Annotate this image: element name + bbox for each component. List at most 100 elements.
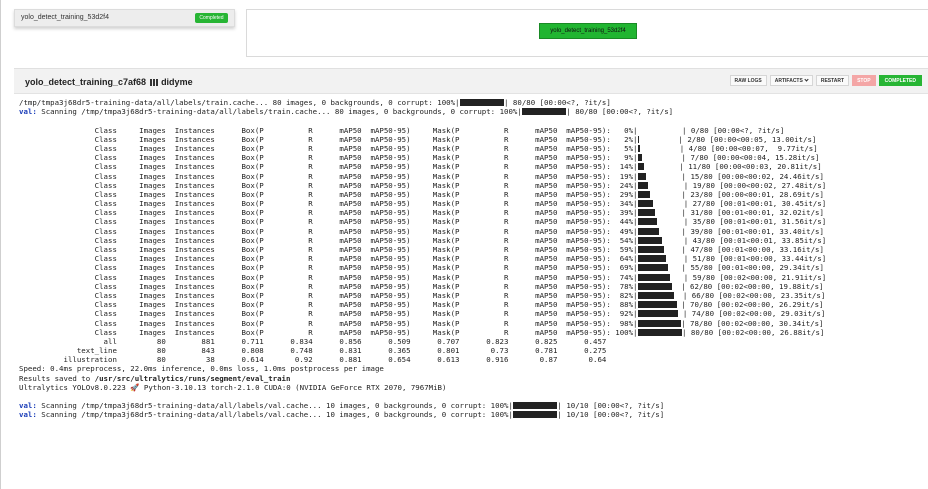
- log-panel: yolo_detect_training_c7af68 didyme RAW LO…: [14, 68, 928, 489]
- log-text: Class Images Instances Box(P R mAP50 mAP…: [19, 125, 638, 135]
- log-progress-text: | 39/80 [00:01<00:01, 33.40it/s]: [659, 226, 824, 236]
- log-text: Class Images Instances Box(P R mAP50 mAP…: [19, 162, 638, 172]
- log-text: Class Images Instances Box(P R mAP50 mAP…: [19, 226, 638, 236]
- log-text: Scanning /tmp/tmpa3j68dr5-training-data/…: [36, 401, 513, 411]
- log-text: Class Images Instances Box(P R mAP50 mAP…: [19, 235, 638, 245]
- log-line: val: Scanning /tmp/tmpa3j68dr5-training-…: [19, 107, 826, 116]
- artifacts-button[interactable]: ARTIFACTS: [769, 75, 813, 86]
- log-text: all 80 881 0.711 0.834 0.856 0.509 0.707…: [19, 336, 607, 346]
- log-line: Class Images Instances Box(P R mAP50 mAP…: [19, 235, 827, 245]
- log-text: Class Images Instances Box(P R mAP50 mAP…: [19, 263, 638, 273]
- log-progress-text: | 59/80 [00:02<00:00, 21.91it/s]: [670, 272, 827, 282]
- raw-logs-button[interactable]: RAW LOGS: [729, 75, 767, 86]
- log-line: Class Images Instances Box(P R mAP50 mAP…: [19, 172, 826, 181]
- log-line: Class Images Instances Box(P R mAP50 mAP…: [19, 282, 826, 291]
- log-line: Ultralytics YOLOv8.0.223 🚀 Python-3.10.1…: [19, 383, 826, 392]
- progress-bar: [637, 291, 674, 299]
- log-text: Class Images Instances Box(P R mAP50 mAP…: [19, 199, 638, 209]
- log-progress-text: | 2/80 [00:00<00:05, 13.00it/s]: [638, 134, 817, 144]
- log-line: Class Images Instances Box(P R mAP50 mAP…: [19, 153, 826, 162]
- log-text: text_line 80 843 0.808 0.748 0.831 0.365…: [19, 346, 607, 356]
- log-text: Scanning /tmp/tmpa3j68dr5-training-data/…: [36, 410, 513, 420]
- log-text: Class Images Instances Box(P R mAP50 mAP…: [19, 327, 638, 337]
- log-progress-text: | 43/80 [00:01<00:01, 33.85it/s]: [661, 235, 827, 245]
- log-line: Class Images Instances Box(P R mAP50 mAP…: [19, 272, 827, 282]
- graph-node[interactable]: yolo_detect_training_53d2f4: [539, 23, 637, 39]
- log-line: Class Images Instances Box(P R mAP50 mAP…: [19, 199, 827, 209]
- log-progress-text: | 23/80 [00:00<00:01, 28.69it/s]: [650, 189, 824, 199]
- log-progress-text: | 70/80 [00:02<00:00, 26.29it/s]: [676, 300, 824, 310]
- log-line: Class Images Instances Box(P R mAP50 mAP…: [19, 126, 826, 135]
- log-text: Class Images Instances Box(P R mAP50 mAP…: [19, 272, 638, 282]
- run-title: yolo_detect_training_c7af68 didyme: [25, 77, 193, 87]
- left-border: [0, 0, 1, 489]
- log-line: Class Images Instances Box(P R mAP50 mAP…: [19, 162, 826, 171]
- log-line: all 80 881 0.711 0.834 0.856 0.509 0.707…: [19, 337, 826, 346]
- progress-bar: [637, 246, 664, 253]
- log-progress-text: | 7/80 [00:00<00:04, 15.28it/s]: [641, 153, 820, 163]
- log-text: Class Images Instances Box(P R mAP50 mAP…: [19, 254, 638, 264]
- user-icon: [150, 79, 159, 86]
- progress-bar: [637, 190, 651, 198]
- progress-bar: [637, 255, 666, 263]
- run-title-text: yolo_detect_training_c7af68: [25, 77, 147, 87]
- pipeline-graph: yolo_detect_training_53d2f4: [246, 9, 928, 57]
- log-text: Class Images Instances Box(P R mAP50 mAP…: [19, 171, 638, 181]
- stop-button[interactable]: STOP: [852, 75, 876, 86]
- log-text: Class Images Instances Box(P R mAP50 mAP…: [19, 180, 638, 190]
- progress-bar: [637, 236, 662, 244]
- progress-bar: [637, 181, 649, 189]
- log-text: Class Images Instances Box(P R mAP50 mAP…: [19, 153, 638, 163]
- log-text: Ultralytics YOLOv8.0.223 🚀 Python-3.10.1…: [19, 382, 447, 392]
- progress-bar: [637, 273, 671, 281]
- log-line: Class Images Instances Box(P R mAP50 mAP…: [19, 309, 826, 318]
- log-actions: RAW LOGS ARTIFACTS RESTART STOP COMPLETE…: [729, 75, 922, 86]
- progress-bar: [637, 172, 646, 180]
- log-progress-text: | 11/80 [00:00<00:03, 20.81it/s]: [643, 162, 822, 172]
- log-line: illustration 80 38 0.614 0.92 0.881 0.65…: [19, 355, 826, 364]
- log-progress-text: | 19/80 [00:00<00:02, 27.48it/s]: [648, 180, 827, 190]
- log-prefix: val:: [19, 107, 37, 117]
- log-line: Class Images Instances Box(P R mAP50 mAP…: [19, 319, 826, 328]
- log-text: Class Images Instances Box(P R mAP50 mAP…: [19, 309, 638, 319]
- log-progress-text: | 51/80 [00:01<00:00, 33.44it/s]: [665, 254, 827, 264]
- log-line: Class Images Instances Box(P R mAP50 mAP…: [19, 208, 826, 217]
- progress-bar: [512, 411, 558, 419]
- log-text: Class Images Instances Box(P R mAP50 mAP…: [19, 208, 638, 218]
- log-progress-text: | 66/80 [00:02<00:00, 23.35it/s]: [673, 290, 826, 300]
- progress-bar: [459, 99, 505, 106]
- log-text: Scanning /tmp/tmpa3j68dr5-training-data/…: [36, 107, 522, 117]
- log-prefix: val:: [19, 401, 37, 411]
- completed-status-badge: COMPLETED: [878, 75, 922, 86]
- log-line: text_line 80 843 0.808 0.748 0.831 0.365…: [19, 346, 826, 355]
- log-progress-text: | 15/80 [00:00<00:02, 24.46it/s]: [645, 171, 824, 181]
- log-text: Class Images Instances Box(P R mAP50 mAP…: [19, 245, 638, 254]
- log-text: Speed: 0.4ms preprocess, 22.0ms inferenc…: [19, 364, 384, 374]
- log-line: Speed: 0.4ms preprocess, 22.0ms inferenc…: [19, 364, 826, 373]
- log-line: val: Scanning /tmp/tmpa3j68dr5-training-…: [19, 401, 826, 410]
- log-text: Class Images Instances Box(P R mAP50 mAP…: [19, 189, 638, 199]
- progress-bar: [637, 218, 658, 226]
- log-text: Class Images Instances Box(P R mAP50 mAP…: [19, 134, 638, 144]
- run-card[interactable]: yolo_detect_training_53d2f4 Completed: [14, 9, 235, 27]
- progress-bar: [637, 264, 669, 272]
- progress-bar: [637, 209, 655, 217]
- log-line: Class Images Instances Box(P R mAP50 mAP…: [19, 227, 826, 236]
- log-line: Class Images Instances Box(P R mAP50 mAP…: [19, 254, 827, 264]
- log-line: Class Images Instances Box(P R mAP50 mAP…: [19, 190, 826, 199]
- log-text: Class Images Instances Box(P R mAP50 mAP…: [19, 290, 638, 300]
- log-line: Class Images Instances Box(P R mAP50 mAP…: [19, 217, 827, 227]
- log-text: Class Images Instances Box(P R mAP50 mAP…: [19, 217, 638, 227]
- log-progress-text: | 80/80 [00:02<00:00, 26.88it/s]: [682, 327, 825, 337]
- progress-bar: [637, 227, 660, 235]
- chevron-down-icon: [804, 77, 809, 82]
- progress-bar: [637, 328, 682, 336]
- run-user: didyme: [161, 77, 193, 87]
- run-card-name: yolo_detect_training_53d2f4: [21, 14, 109, 21]
- log-text: illustration 80 38 0.614 0.92 0.881 0.65…: [19, 355, 607, 365]
- log-progress-text: | 10/10 [00:00<?, ?it/s]: [557, 410, 665, 420]
- restart-button[interactable]: RESTART: [815, 75, 850, 86]
- progress-bar: [512, 402, 558, 410]
- progress-bar: [637, 282, 673, 290]
